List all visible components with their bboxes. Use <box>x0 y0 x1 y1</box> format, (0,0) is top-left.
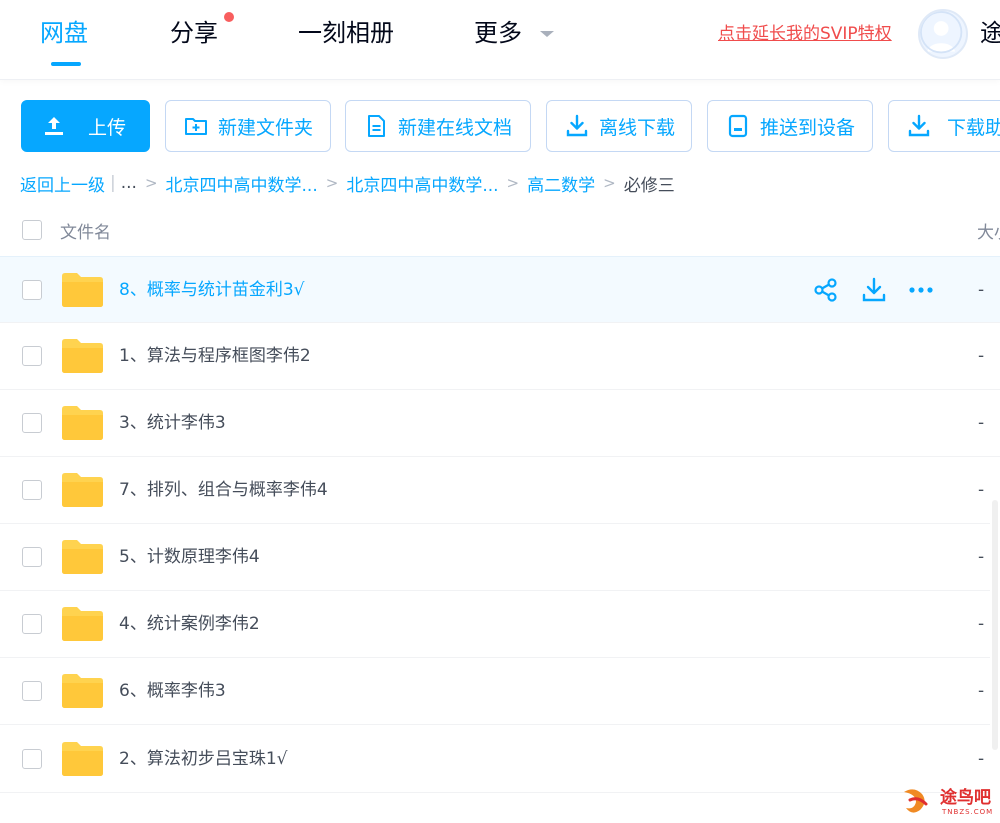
download-helper-button[interactable]: 下载助 <box>888 100 1000 152</box>
upload-label: 上传 <box>88 116 127 139</box>
table-row[interactable]: 1、算法与程序框图李伟2 - <box>0 323 1000 390</box>
breadcrumb-item[interactable]: 北京四中高中数学... <box>346 171 498 196</box>
table-row[interactable]: 5、计数原理李伟4 - <box>0 524 1000 591</box>
chevron-down-icon[interactable] <box>538 28 556 40</box>
table-row[interactable]: 4、统计案例李伟2 - <box>0 591 1000 658</box>
user-silhouette-icon <box>920 11 963 54</box>
row-checkbox[interactable] <box>22 681 42 701</box>
file-name-link[interactable]: 4、统计案例李伟2 <box>119 611 260 637</box>
table-row[interactable]: 6、概率李伟3 - <box>0 658 1000 725</box>
folder-icon <box>62 473 103 507</box>
offline-download-label: 离线下载 <box>599 116 676 139</box>
table-row[interactable]: 8、概率与统计苗金利3√ - <box>0 256 1000 323</box>
avatar[interactable] <box>918 9 968 59</box>
row-checkbox[interactable] <box>22 547 42 567</box>
tab-more[interactable]: 更多 <box>474 16 522 50</box>
table-header: 文件名 大小 <box>0 210 1000 250</box>
breadcrumb-item[interactable]: 高二数学 <box>527 171 595 196</box>
breadcrumb-ellipsis[interactable]: ... <box>121 173 137 193</box>
chevron-right-icon: > <box>325 174 339 192</box>
folder-icon <box>62 674 103 708</box>
more-icon[interactable] <box>908 277 934 303</box>
download-icon <box>566 114 588 137</box>
file-name-link[interactable]: 2、算法初步吕宝珠1√ <box>119 746 287 772</box>
row-checkbox[interactable] <box>22 749 42 769</box>
row-checkbox[interactable] <box>22 480 42 500</box>
file-size: - <box>978 280 985 300</box>
row-checkbox[interactable] <box>22 413 42 433</box>
new-online-doc-button[interactable]: 新建在线文档 <box>345 100 531 152</box>
file-name-link[interactable]: 6、概率李伟3 <box>119 678 226 704</box>
breadcrumb: 返回上一级 | ... > 北京四中高中数学... > 北京四中高中数学... … <box>20 170 675 196</box>
folder-icon <box>62 406 103 440</box>
username[interactable]: 途 <box>980 16 1000 50</box>
select-all-checkbox[interactable] <box>22 220 42 240</box>
notification-dot <box>224 12 234 22</box>
breadcrumb-divider: | <box>110 173 116 193</box>
download-icon[interactable] <box>861 277 887 303</box>
push-to-device-button[interactable]: 推送到设备 <box>707 100 873 152</box>
chevron-right-icon: > <box>506 174 520 192</box>
folder-icon <box>62 607 103 641</box>
folder-icon <box>62 273 103 307</box>
row-checkbox[interactable] <box>22 614 42 634</box>
table-row[interactable]: 3、统计李伟3 - <box>0 390 1000 457</box>
scrollbar-thumb[interactable] <box>992 500 998 750</box>
new-folder-icon <box>185 118 207 135</box>
chevron-right-icon: > <box>603 174 616 192</box>
new-folder-label: 新建文件夹 <box>218 116 314 139</box>
chevron-right-icon: > <box>144 174 158 192</box>
file-name-link[interactable]: 7、排列、组合与概率李伟4 <box>119 477 328 503</box>
file-size: - <box>978 547 985 567</box>
new-folder-button[interactable]: 新建文件夹 <box>165 100 331 152</box>
file-name-link[interactable]: 3、统计李伟3 <box>119 410 226 436</box>
breadcrumb-current: 必修三 <box>623 175 675 196</box>
upload-button[interactable]: 上传 <box>21 100 150 152</box>
offline-download-button[interactable]: 离线下载 <box>546 100 692 152</box>
file-size: - <box>978 480 985 500</box>
file-name-link[interactable]: 8、概率与统计苗金利3√ <box>119 277 304 303</box>
breadcrumb-back[interactable]: 返回上一级 <box>20 171 105 196</box>
document-icon <box>368 115 385 137</box>
table-row[interactable]: 7、排列、组合与概率李伟4 - <box>0 457 1000 524</box>
row-checkbox[interactable] <box>22 280 42 300</box>
table-row[interactable]: 2、算法初步吕宝珠1√ - <box>0 726 1000 793</box>
download-helper-label: 下载助 <box>947 116 1000 139</box>
file-size: - <box>978 413 985 433</box>
download-icon <box>908 114 930 137</box>
tab-netdisk[interactable]: 网盘 <box>40 16 88 50</box>
file-size: - <box>978 749 985 769</box>
svip-renew-link[interactable]: 点击延长我的SVIP特权 <box>718 22 892 46</box>
file-size: - <box>978 681 985 701</box>
tab-share[interactable]: 分享 <box>170 16 218 50</box>
tab-album[interactable]: 一刻相册 <box>298 16 394 50</box>
device-icon <box>728 114 748 138</box>
push-to-device-label: 推送到设备 <box>760 116 856 139</box>
top-nav: 网盘 分享 一刻相册 更多 点击延长我的SVIP特权 途 <box>0 0 1000 80</box>
watermark-text: 途鸟吧 <box>940 788 991 808</box>
active-tab-indicator <box>51 62 81 66</box>
new-online-doc-label: 新建在线文档 <box>398 116 513 139</box>
breadcrumb-item[interactable]: 北京四中高中数学... <box>166 171 318 196</box>
upload-icon <box>45 117 63 135</box>
file-size: - <box>978 614 985 634</box>
share-icon[interactable] <box>813 277 839 303</box>
watermark-subtext: TNBZS.COM <box>942 808 994 816</box>
folder-icon <box>62 742 103 776</box>
folder-icon <box>62 339 103 373</box>
file-name-link[interactable]: 5、计数原理李伟4 <box>119 544 260 570</box>
file-size: - <box>978 346 985 366</box>
row-checkbox[interactable] <box>22 346 42 366</box>
file-name-link[interactable]: 1、算法与程序框图李伟2 <box>119 343 311 369</box>
folder-icon <box>62 540 103 574</box>
column-header-size[interactable]: 大小 <box>977 218 1000 243</box>
column-header-name[interactable]: 文件名 <box>60 218 111 243</box>
